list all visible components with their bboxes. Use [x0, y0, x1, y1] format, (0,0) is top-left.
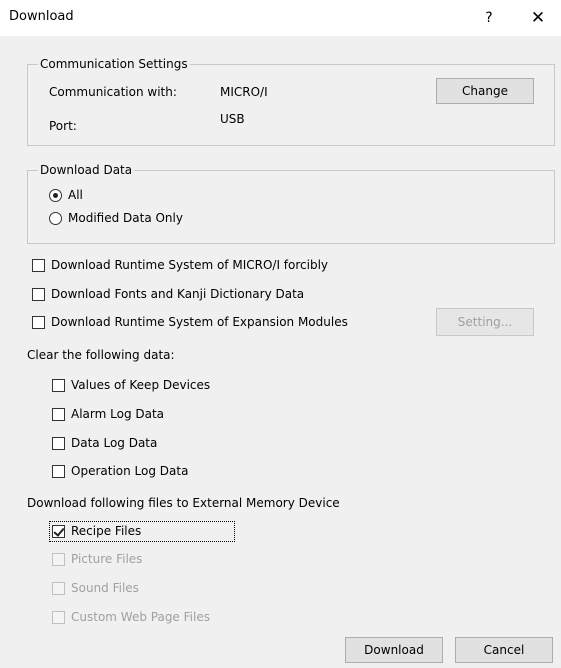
fonts-kanji-label[interactable]: Download Fonts and Kanji Dictionary Data: [51, 287, 304, 301]
operation-log-checkbox[interactable]: [52, 465, 65, 478]
picture-files-checkbox[interactable]: [52, 553, 65, 566]
custom-web-page-checkbox[interactable]: [52, 611, 65, 624]
custom-web-page-label[interactable]: Custom Web Page Files: [71, 610, 210, 624]
download-data-group: Download Data: [27, 163, 555, 244]
modified-data-only-label[interactable]: Modified Data Only: [68, 211, 183, 225]
download-button[interactable]: Download: [345, 637, 443, 663]
communication-with-label: Communication with:: [49, 85, 177, 99]
communication-settings-legend: Communication Settings: [38, 57, 190, 71]
alarm-log-checkbox[interactable]: [52, 408, 65, 421]
help-icon[interactable]: ?: [466, 0, 512, 36]
all-radio-label[interactable]: All: [68, 188, 83, 202]
cancel-button[interactable]: Cancel: [455, 637, 553, 663]
external-heading: Download following files to External Mem…: [27, 496, 340, 510]
keep-devices-label[interactable]: Values of Keep Devices: [71, 378, 210, 392]
picture-files-label[interactable]: Picture Files: [71, 552, 142, 566]
communication-with-value: MICRO/I: [220, 85, 268, 99]
modified-data-only-radio[interactable]: [49, 212, 62, 225]
clear-heading: Clear the following data:: [27, 348, 175, 362]
recipe-files-checkbox[interactable]: [52, 525, 65, 538]
port-label: Port:: [49, 119, 77, 133]
runtime-expansion-label[interactable]: Download Runtime System of Expansion Mod…: [51, 315, 348, 329]
alarm-log-label[interactable]: Alarm Log Data: [71, 407, 164, 421]
communication-settings-group: Communication Settings: [27, 57, 555, 146]
window-title: Download: [9, 9, 74, 24]
runtime-forcibly-label[interactable]: Download Runtime System of MICRO/I forci…: [51, 258, 328, 272]
fonts-kanji-checkbox[interactable]: [32, 288, 45, 301]
download-data-legend: Download Data: [38, 163, 135, 177]
runtime-expansion-checkbox[interactable]: [32, 316, 45, 329]
change-button[interactable]: Change: [436, 78, 534, 104]
data-log-checkbox[interactable]: [52, 437, 65, 450]
all-radio[interactable]: [49, 189, 62, 202]
data-log-label[interactable]: Data Log Data: [71, 436, 157, 450]
close-icon[interactable]: ✕: [515, 0, 561, 36]
sound-files-label[interactable]: Sound Files: [71, 581, 139, 595]
title-bar: Download ? ✕: [0, 0, 561, 36]
port-value: USB: [220, 112, 245, 126]
operation-log-label[interactable]: Operation Log Data: [71, 464, 188, 478]
keep-devices-checkbox[interactable]: [52, 379, 65, 392]
setting-button[interactable]: Setting...: [436, 308, 534, 336]
sound-files-checkbox[interactable]: [52, 582, 65, 595]
recipe-files-label[interactable]: Recipe Files: [71, 524, 141, 538]
runtime-forcibly-checkbox[interactable]: [32, 259, 45, 272]
